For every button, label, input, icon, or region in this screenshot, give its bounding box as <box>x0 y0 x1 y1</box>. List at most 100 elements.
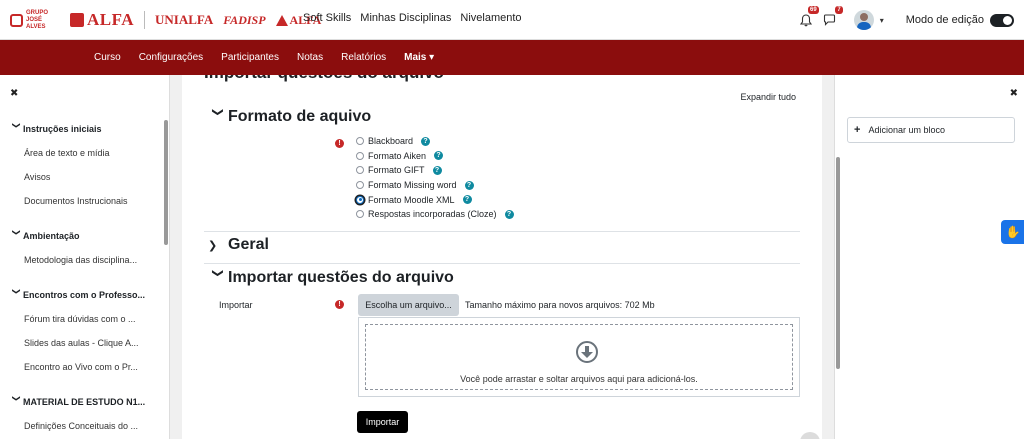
course-section[interactable]: ❯ Instruções iniciais <box>0 116 160 141</box>
format-option-moodle-xml[interactable]: Formato Moodle XML? <box>356 192 514 207</box>
divider <box>204 263 800 264</box>
course-index-item[interactable]: Metodologia das disciplina... <box>0 248 160 272</box>
help-icon[interactable]: ? <box>504 209 514 219</box>
course-nav-participantes[interactable]: Participantes <box>221 52 279 63</box>
help-icon[interactable]: ? <box>434 151 444 161</box>
logo-unialfa[interactable]: UNIALFA <box>155 12 213 28</box>
notification-count-badge: 69 <box>808 6 819 14</box>
chevron-down-icon: ❯ <box>12 122 21 129</box>
import-submit-button[interactable]: Importar <box>357 411 408 433</box>
option-label: Formato Moodle XML <box>368 194 455 205</box>
help-icon[interactable]: ? <box>421 136 431 146</box>
section-header-import[interactable]: ❯ Importar questões do arquivo <box>208 268 454 287</box>
edit-mode-label: Modo de edição <box>905 14 984 26</box>
course-index: ❯ Instruções iniciais Área de texto e míd… <box>0 116 160 438</box>
course-section-title: MATERIAL DE ESTUDO N1... <box>23 396 146 407</box>
accessibility-hand-icon[interactable]: ✋ <box>1001 220 1024 244</box>
course-section[interactable]: ❯ Ambientação <box>0 223 160 248</box>
format-option-cloze[interactable]: Respostas incorporadas (Cloze)? <box>356 207 514 222</box>
plus-icon: + <box>854 124 861 136</box>
format-option-missing-word[interactable]: Formato Missing word? <box>356 178 514 193</box>
section-header-format[interactable]: ❯ Formato de aquivo <box>208 107 372 126</box>
edit-mode-toggle[interactable] <box>990 13 1014 27</box>
download-icon <box>576 341 598 363</box>
help-icon[interactable]: ? <box>432 165 442 175</box>
help-icon[interactable]: ? <box>462 195 472 205</box>
arrow-head <box>581 352 593 358</box>
user-area: 69 7 ▾ Modo de edição <box>796 6 1014 33</box>
course-section[interactable]: ❯ MATERIAL DE ESTUDO N1... <box>0 389 160 414</box>
close-icon[interactable]: ✖ <box>1010 88 1018 99</box>
toggle-knob <box>1003 15 1012 25</box>
format-option-blackboard[interactable]: Blackboard? <box>356 134 514 149</box>
section-title: Formato de aquivo <box>228 108 372 125</box>
choose-file-button[interactable]: Escolha um arquivo... <box>358 294 459 316</box>
logo-grupo-jose-alves[interactable]: GRUPO JOSÉ ALVES <box>10 10 60 31</box>
top-bar: GRUPO JOSÉ ALVES ALFA UNIALFA FADISP ALF… <box>0 0 1024 40</box>
course-index-item[interactable]: Definições Conceituais do ... <box>0 414 160 438</box>
radio-button[interactable] <box>356 151 364 160</box>
format-option-aiken[interactable]: Formato Aiken? <box>356 149 514 164</box>
radio-button[interactable] <box>356 210 364 219</box>
brand-logos: GRUPO JOSÉ ALVES ALFA UNIALFA FADISP ALF… <box>10 8 321 32</box>
nav-soft-skills[interactable]: Soft Skills <box>303 12 351 24</box>
page-title: Importar questões do arquivo <box>204 75 444 83</box>
course-nav-curso[interactable]: Curso <box>94 52 121 63</box>
file-drop-zone[interactable]: Você pode arrastar e soltar arquivos aqu… <box>358 317 800 397</box>
user-avatar[interactable] <box>853 10 874 30</box>
nav-nivelamento[interactable]: Nivelamento <box>460 12 521 24</box>
format-option-gift[interactable]: Formato GIFT? <box>356 163 514 178</box>
radio-button[interactable] <box>356 137 364 146</box>
radio-button[interactable] <box>356 181 364 190</box>
scrollbar[interactable] <box>164 120 168 245</box>
drop-zone-text: Você pode arrastar e soltar arquivos aqu… <box>460 374 698 384</box>
message-count-badge: 7 <box>835 6 843 14</box>
nav-minhas-disciplinas[interactable]: Minhas Disciplinas <box>360 12 451 24</box>
course-index-item[interactable]: Slides das aulas - Clique A... <box>0 331 160 355</box>
close-icon[interactable]: ✖ <box>10 88 18 99</box>
section-title: Geral <box>228 236 269 253</box>
section-header-general[interactable]: ❯ Geral <box>208 236 269 254</box>
chevron-down-icon: ❯ <box>12 288 21 295</box>
course-index-item[interactable]: Encontro ao Vivo com o Pr... <box>0 355 160 379</box>
logo-divider <box>144 11 146 29</box>
course-index-drawer: ✖ ❯ Instruções iniciais Área de texto e m… <box>0 75 170 439</box>
help-icon[interactable]: ? <box>464 180 474 190</box>
expand-all-link[interactable]: Expandir tudo <box>740 92 796 102</box>
chevron-right-icon: ❯ <box>208 239 218 252</box>
grupo-logo-text: GRUPO JOSÉ ALVES <box>26 9 49 30</box>
avatar-body <box>856 22 871 30</box>
course-index-item[interactable]: Fórum tira dúvidas com o ... <box>0 307 160 331</box>
course-section[interactable]: ❯ Encontros com o Professo... <box>0 282 160 307</box>
chevron-down-icon[interactable]: ▾ <box>880 16 884 25</box>
course-section-title: Ambientação <box>23 230 80 241</box>
option-label: Formato Missing word <box>368 180 457 191</box>
option-label: Respostas incorporadas (Cloze) <box>368 209 497 220</box>
scrollbar[interactable] <box>836 157 840 369</box>
course-section-title: Instruções iniciais <box>23 123 102 134</box>
course-index-item[interactable]: Documentos Instrucionais <box>0 189 160 213</box>
messages-button[interactable]: 7 <box>820 6 843 30</box>
section-title: Importar questões do arquivo <box>228 269 454 286</box>
course-section-title: Encontros com o Professo... <box>23 289 146 300</box>
course-nav-relatorios[interactable]: Relatórios <box>341 52 386 63</box>
colegio-logo-icon <box>275 14 288 26</box>
radio-button-selected[interactable] <box>356 195 364 204</box>
course-index-item[interactable]: Área de texto e mídia <box>0 141 160 165</box>
course-nav-mais[interactable]: Mais ▾ <box>404 52 434 63</box>
notifications-button[interactable]: 69 <box>796 6 819 30</box>
divider <box>204 231 800 232</box>
required-icon: ! <box>335 139 344 148</box>
course-nav-configuracoes[interactable]: Configurações <box>139 52 203 63</box>
import-field-label: Importar <box>219 300 253 310</box>
radio-button[interactable] <box>356 166 364 175</box>
grupo-logo-icon <box>10 13 23 27</box>
add-block-button[interactable]: + Adicionar um bloco <box>847 117 1015 143</box>
primary-nav: Soft Skills Minhas Disciplinas Nivelamen… <box>303 12 522 24</box>
course-nav-notas[interactable]: Notas <box>297 52 323 63</box>
logo-alfa[interactable]: ALFA <box>70 10 134 30</box>
drop-zone-border: Você pode arrastar e soltar arquivos aqu… <box>365 324 793 390</box>
logo-fadisp[interactable]: FADISP <box>223 13 265 28</box>
course-index-item[interactable]: Avisos <box>0 165 160 189</box>
